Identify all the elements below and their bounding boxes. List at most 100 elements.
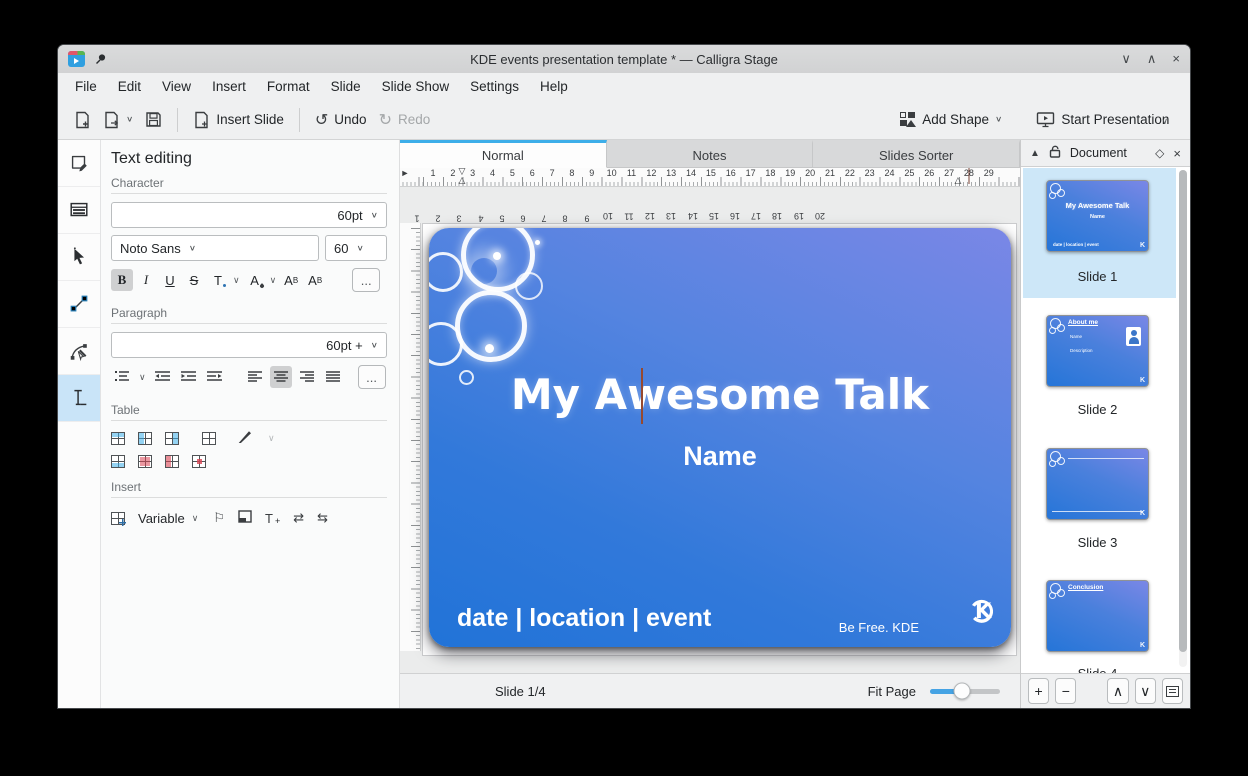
list-style-button[interactable] — [111, 366, 133, 388]
slide-footer-text[interactable]: date | location | event — [457, 604, 711, 633]
align-center-button[interactable] — [270, 366, 292, 388]
highlight-color-button[interactable]: A — [244, 269, 266, 291]
collapse-icon[interactable]: ▲ — [1030, 148, 1040, 159]
insert-text-icon[interactable]: T+ — [265, 510, 280, 526]
lock-icon[interactable] — [1049, 145, 1061, 161]
increase-indent-button[interactable] — [204, 366, 226, 388]
align-justify-button[interactable] — [322, 366, 344, 388]
underline-button[interactable]: U — [159, 269, 181, 291]
view-mode-button[interactable] — [1162, 678, 1183, 704]
paragraph-style-combo[interactable]: 60pt + ∨ — [111, 332, 387, 358]
right-indent-marker[interactable]: △ — [955, 175, 962, 186]
start-presentation-button[interactable]: Start Presentation ∨ — [1030, 107, 1174, 132]
page-break-icon[interactable] — [238, 510, 252, 526]
h-ruler[interactable]: ► ▽ △ △ 12345678910111213141516171819202… — [400, 168, 1020, 187]
slide-2-label[interactable]: Slide 2 — [1021, 402, 1174, 417]
scrollbar-thumb[interactable] — [1179, 170, 1187, 652]
menu-file[interactable]: File — [66, 76, 106, 97]
slide-title-text[interactable]: My Awesome Talk — [429, 370, 1011, 419]
hanging-indent-marker[interactable]: △ — [459, 175, 466, 186]
insert-column-right-icon[interactable] — [165, 432, 179, 445]
italic-button[interactable]: I — [135, 269, 157, 291]
tool-slide-layout[interactable] — [58, 187, 100, 234]
tool-connector[interactable] — [58, 281, 100, 328]
menu-settings[interactable]: Settings — [461, 76, 528, 97]
open-document-button[interactable]: ∨ — [97, 107, 139, 133]
text-color-chevron-icon[interactable]: ∨ — [231, 275, 242, 286]
list-style-chevron-icon[interactable]: ∨ — [137, 372, 148, 383]
bookmark-flag-icon[interactable]: ⚐ — [213, 510, 225, 526]
open-recent-chevron-icon[interactable]: ∨ — [126, 115, 133, 124]
slide-3-label[interactable]: Slide 3 — [1021, 535, 1174, 550]
slide-1-thumbnail[interactable]: My Awesome Talk Name date | location | e… — [1046, 180, 1149, 252]
tab-notes[interactable]: Notes — [607, 140, 814, 168]
menu-edit[interactable]: Edit — [109, 76, 150, 97]
slide-4-label[interactable]: Slide 4 — [1021, 666, 1174, 673]
new-document-button[interactable] — [68, 107, 97, 133]
tool-text[interactable] — [58, 375, 100, 422]
slide-1-label[interactable]: Slide 1 — [1021, 269, 1174, 284]
table-borders-icon[interactable] — [202, 432, 216, 445]
bold-button[interactable]: B — [111, 269, 133, 291]
menu-insert[interactable]: Insert — [203, 76, 255, 97]
border-pen-icon[interactable] — [237, 431, 253, 446]
slide-subtitle-text[interactable]: Name — [429, 441, 1011, 472]
delete-table-icon[interactable] — [138, 455, 152, 468]
pin-icon[interactable] — [94, 53, 107, 66]
move-slide-up-button[interactable]: ∧ — [1107, 678, 1128, 704]
slide-2-thumbnail[interactable]: About me Name Description K — [1046, 315, 1149, 387]
character-style-combo[interactable]: 60pt ∨ — [111, 202, 387, 228]
move-slide-down-button[interactable]: ∨ — [1135, 678, 1156, 704]
close-panel-icon[interactable]: × — [1173, 146, 1181, 161]
move-arrows-icon[interactable]: ⇆ — [317, 510, 328, 526]
window-minimize-button[interactable]: ∨ — [1121, 45, 1131, 73]
superscript-button[interactable]: AB — [280, 269, 302, 291]
slide-3-thumbnail[interactable]: K — [1046, 448, 1149, 520]
delete-row-icon[interactable] — [192, 455, 206, 468]
slide-4-thumbnail[interactable]: Conclusion K — [1046, 580, 1149, 652]
zoom-slider-handle[interactable] — [953, 683, 970, 700]
tab-slides-sorter[interactable]: Slides Sorter — [813, 140, 1020, 168]
strikethrough-button[interactable]: S — [183, 269, 205, 291]
tool-path-edit[interactable] — [58, 328, 100, 375]
decrease-indent-button[interactable] — [152, 366, 174, 388]
zoom-mode-label[interactable]: Fit Page — [868, 684, 916, 699]
font-family-combo[interactable]: Noto Sans ∨ — [111, 235, 319, 261]
align-left-button[interactable] — [244, 366, 266, 388]
window-close-button[interactable]: × — [1172, 45, 1180, 73]
tool-shape-edit[interactable] — [58, 140, 100, 187]
save-button[interactable] — [139, 107, 168, 132]
window-maximize-button[interactable]: ∧ — [1147, 45, 1157, 73]
swap-arrows-icon[interactable]: ⇄ — [293, 510, 304, 526]
insert-variable-button[interactable]: Variable ∨ — [138, 511, 200, 526]
font-size-combo[interactable]: 60 ∨ — [325, 235, 387, 261]
slide-canvas[interactable]: 1234567891011121314151617181920 My Awe — [400, 187, 1020, 673]
indent-button[interactable] — [178, 366, 200, 388]
tool-select[interactable] — [58, 234, 100, 281]
text-color-button[interactable]: T — [207, 269, 229, 291]
menu-slide-show[interactable]: Slide Show — [373, 76, 459, 97]
insert-column-left-icon[interactable] — [138, 432, 152, 445]
paragraph-more-button[interactable]: ... — [358, 365, 386, 389]
insert-slide-button[interactable]: Insert Slide — [187, 107, 290, 133]
highlight-color-chevron-icon[interactable]: ∨ — [268, 275, 279, 286]
v-ruler[interactable]: 1234567891011121314151617181920 — [400, 223, 421, 651]
add-shape-button[interactable]: Add Shape ∨ — [894, 108, 1008, 131]
align-right-button[interactable] — [296, 366, 318, 388]
menu-view[interactable]: View — [153, 76, 200, 97]
insert-row-above-icon[interactable] — [111, 432, 125, 445]
insert-table-icon[interactable] — [111, 512, 125, 525]
menu-help[interactable]: Help — [531, 76, 577, 97]
subscript-button[interactable]: AB — [304, 269, 326, 291]
character-more-button[interactable]: ... — [352, 268, 380, 292]
float-panel-icon[interactable]: ◇ — [1155, 146, 1164, 160]
menu-slide[interactable]: Slide — [322, 76, 370, 97]
redo-button[interactable]: ↻ Redo — [373, 106, 437, 134]
zoom-slider[interactable] — [930, 689, 1000, 694]
add-slide-button[interactable]: + — [1028, 678, 1049, 704]
slide-list-scrollbar[interactable] — [1179, 170, 1187, 667]
menu-format[interactable]: Format — [258, 76, 319, 97]
delete-column-icon[interactable] — [165, 455, 179, 468]
border-pen-chevron-icon[interactable]: ∨ — [266, 433, 277, 444]
remove-slide-button[interactable]: − — [1055, 678, 1076, 704]
